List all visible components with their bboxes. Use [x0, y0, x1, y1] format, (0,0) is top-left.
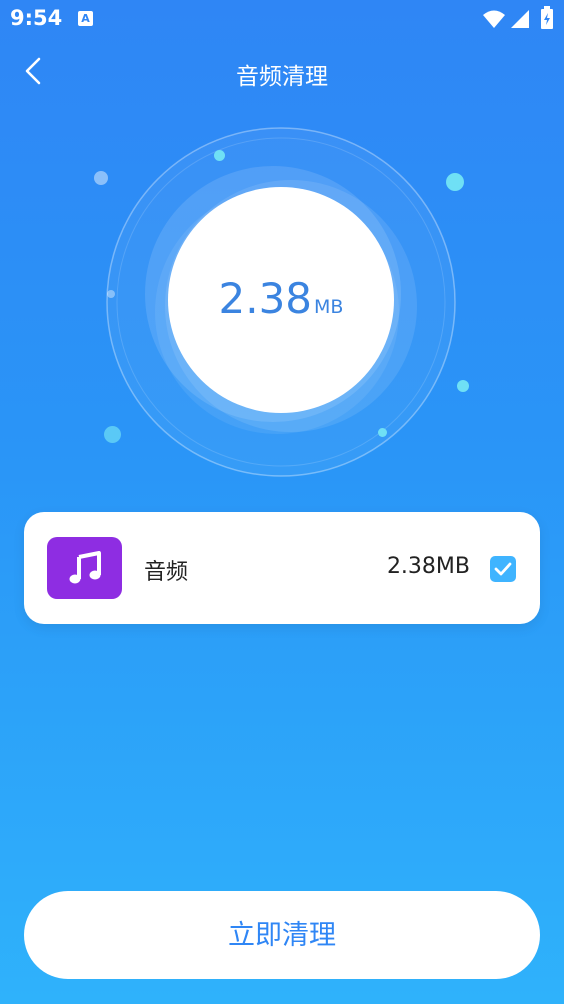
audio-file-row[interactable]: 音频 2.38MB	[24, 512, 540, 624]
file-size: 2.38MB	[386, 554, 470, 579]
wifi-icon	[483, 10, 505, 28]
toolbar: 音频清理	[0, 40, 564, 102]
signal-icon	[511, 10, 529, 28]
size-unit: MB	[314, 296, 344, 318]
clean-now-label: 立即清理	[228, 920, 336, 950]
size-meter: 2.38 MB	[105, 126, 457, 478]
decor-dot	[457, 380, 469, 392]
status-bar: 9:54 A	[0, 0, 564, 38]
battery-icon	[541, 6, 553, 29]
size-value: 2.38	[218, 274, 313, 323]
file-name: 音频	[144, 560, 189, 585]
checkmark-icon	[494, 562, 512, 576]
decor-dot	[94, 171, 108, 185]
decor-dot	[107, 290, 115, 298]
a-icon: A	[78, 11, 93, 26]
decor-dot	[104, 426, 121, 443]
page-title: 音频清理	[236, 64, 328, 90]
decor-dot	[378, 428, 387, 437]
decor-dot	[214, 150, 225, 161]
decor-dot	[446, 173, 464, 191]
audio-tile	[47, 537, 122, 599]
clean-now-button[interactable]: 立即清理	[24, 891, 540, 979]
status-time: 9:54	[10, 6, 63, 30]
cleanable-size: 2.38 MB	[105, 274, 457, 323]
select-checkbox[interactable]	[490, 556, 516, 582]
music-note-icon	[69, 551, 101, 584]
